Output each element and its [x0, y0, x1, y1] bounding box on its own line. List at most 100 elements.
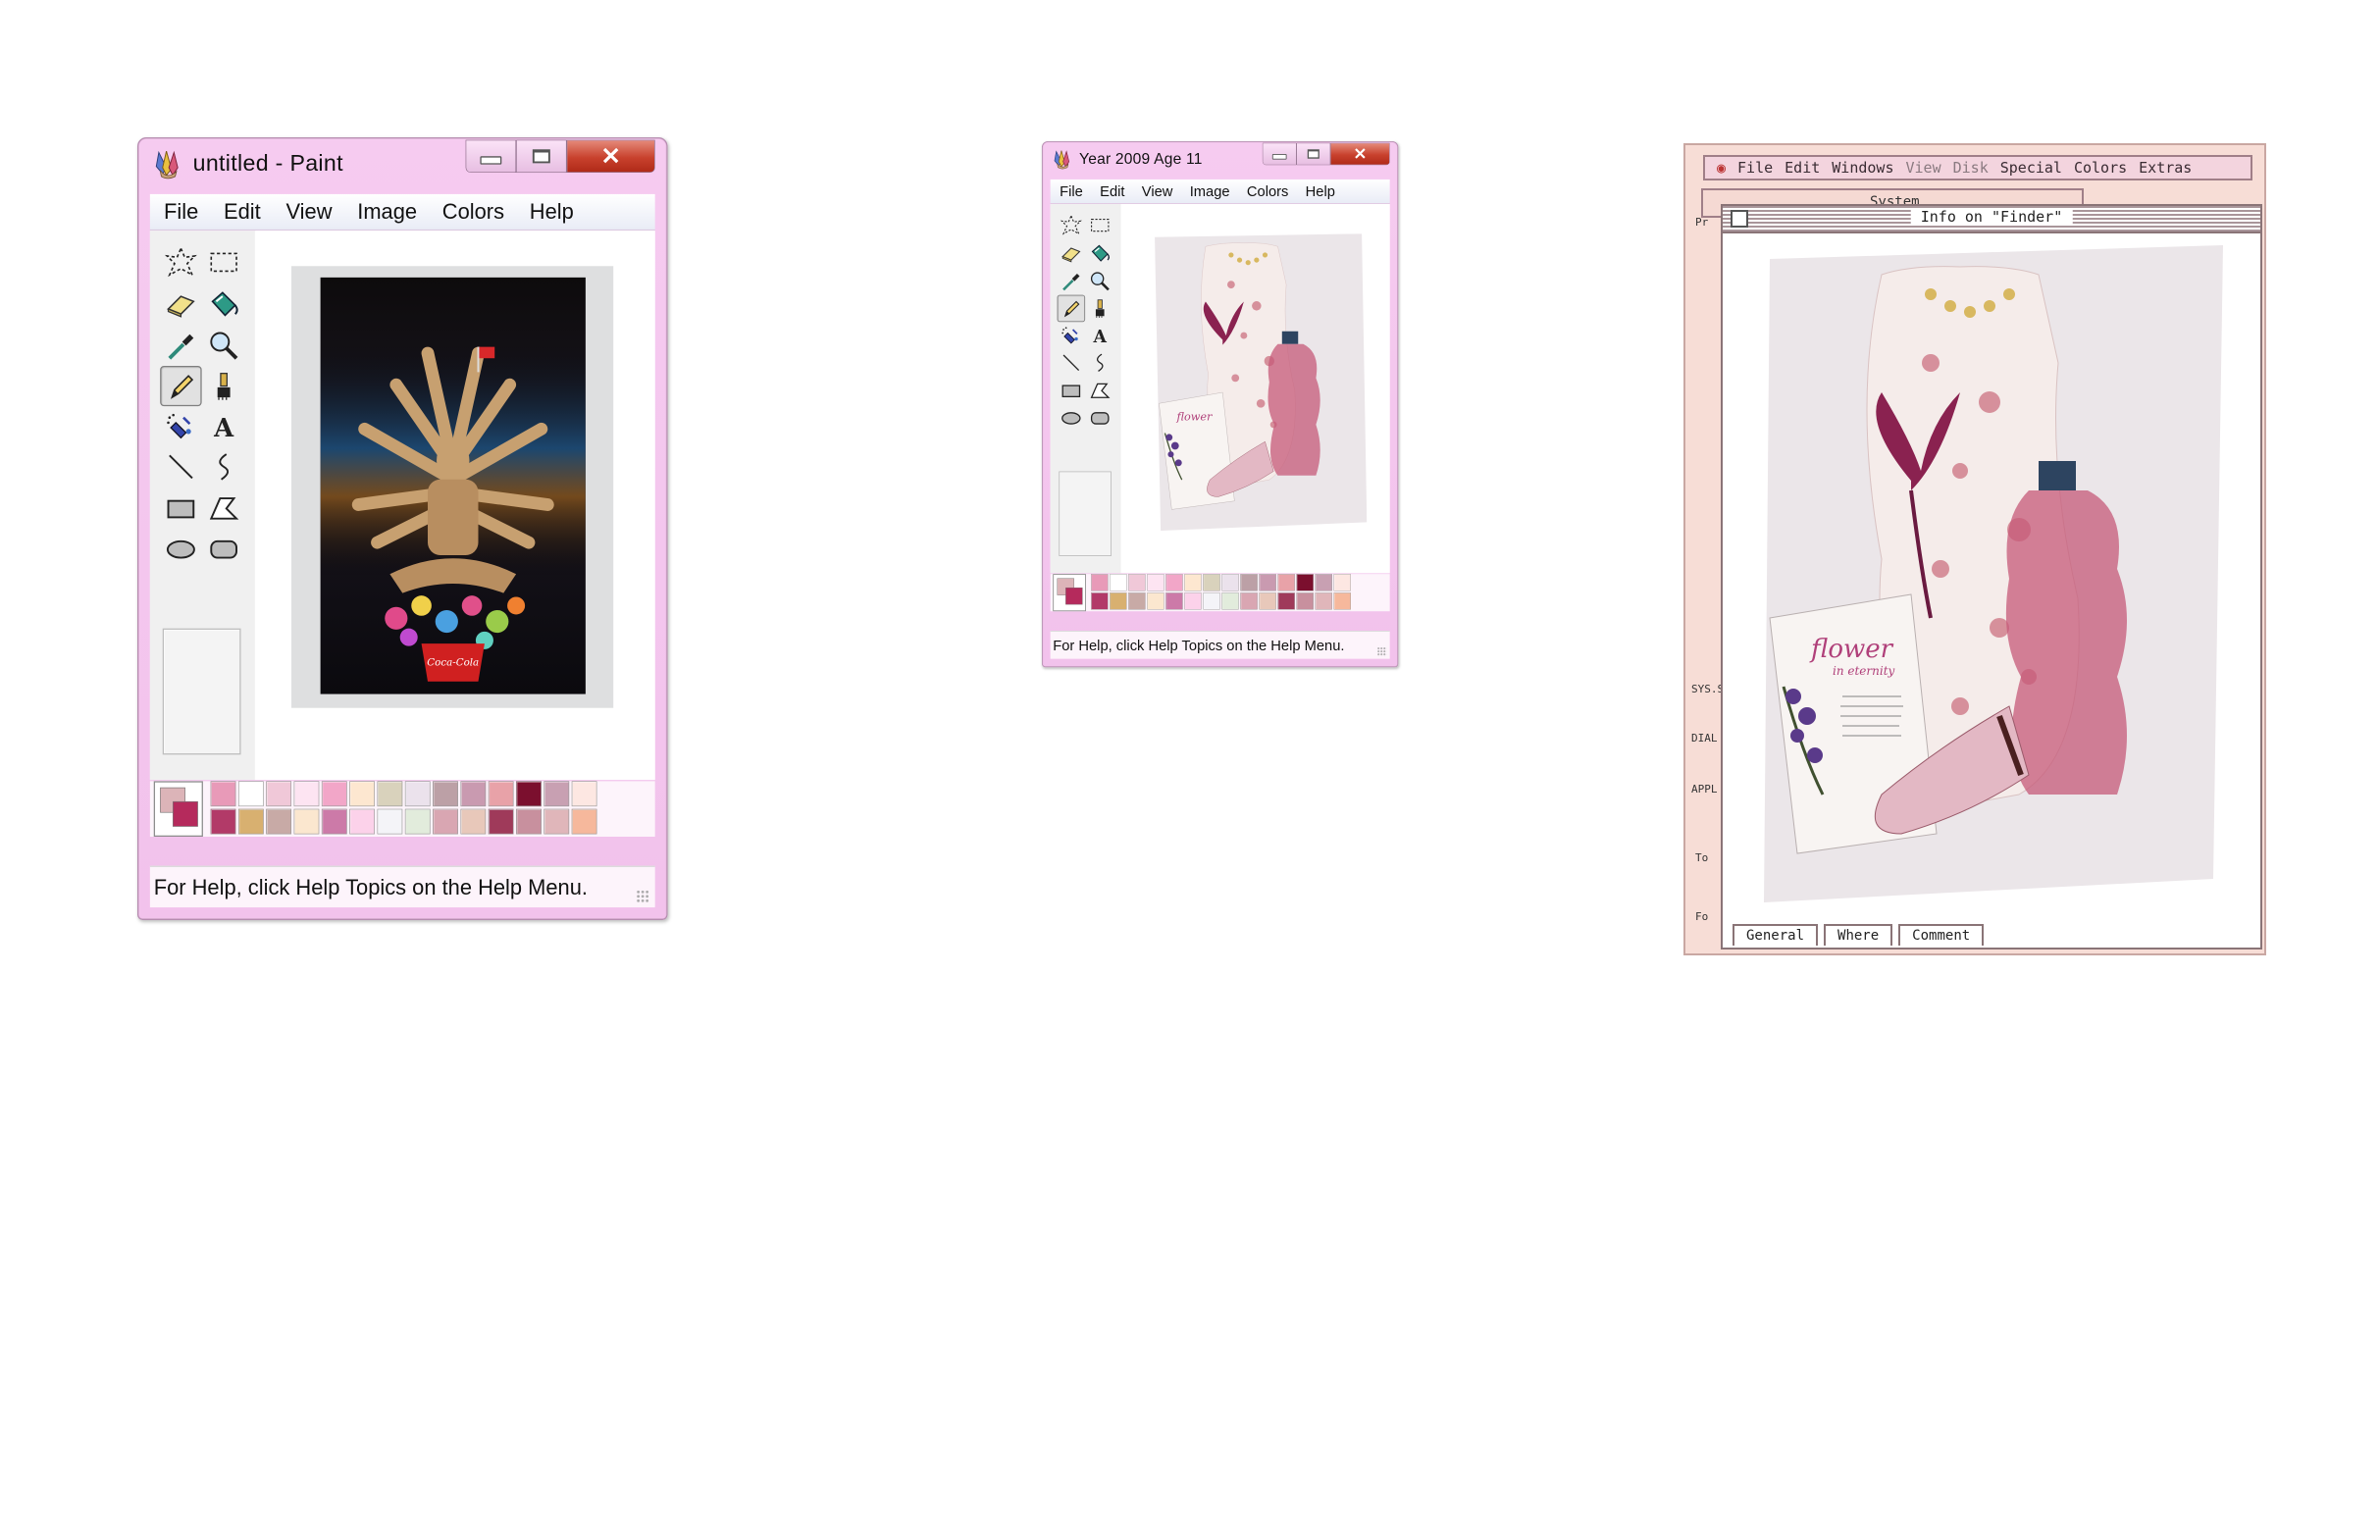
mac-menu-file[interactable]: File — [1737, 159, 1773, 177]
current-colors[interactable] — [153, 781, 203, 837]
color-swatch[interactable] — [1277, 592, 1295, 610]
color-swatch[interactable] — [266, 808, 292, 835]
color-swatch[interactable] — [1240, 592, 1258, 610]
color-swatch[interactable] — [1110, 592, 1127, 610]
color-swatch[interactable] — [1110, 574, 1127, 591]
color-swatch[interactable] — [1091, 592, 1109, 610]
color-swatch[interactable] — [266, 781, 292, 807]
brush-tool[interactable] — [1086, 295, 1114, 323]
picker-tool[interactable] — [1058, 268, 1086, 295]
color-swatch[interactable] — [1091, 574, 1109, 591]
info-title-bar[interactable]: Info on "Finder" — [1723, 206, 2260, 233]
color-swatch[interactable] — [1184, 574, 1202, 591]
magnifier-tool[interactable] — [1086, 268, 1114, 295]
color-swatch[interactable] — [1333, 574, 1351, 591]
color-swatch[interactable] — [210, 781, 236, 807]
tool-options-box[interactable] — [162, 628, 241, 755]
color-swatch[interactable] — [1128, 592, 1146, 610]
color-swatch[interactable] — [1203, 592, 1220, 610]
color-swatch[interactable] — [571, 808, 597, 835]
polygon-tool[interactable] — [203, 488, 244, 529]
color-swatch[interactable] — [1221, 592, 1239, 610]
fill-tool[interactable] — [203, 283, 244, 324]
color-swatch[interactable] — [404, 781, 431, 807]
color-swatch[interactable] — [571, 781, 597, 807]
curve-tool[interactable] — [203, 446, 244, 487]
color-swatch[interactable] — [433, 808, 458, 835]
mac-menu-edit[interactable]: Edit — [1785, 159, 1820, 177]
rectangle-tool[interactable] — [160, 488, 201, 529]
color-swatch[interactable] — [237, 808, 264, 835]
color-swatch[interactable] — [321, 808, 347, 835]
color-swatch[interactable] — [543, 808, 570, 835]
maximize-button[interactable] — [1296, 142, 1331, 166]
line-tool[interactable] — [160, 446, 201, 487]
color-swatch[interactable] — [460, 781, 487, 807]
color-swatch[interactable] — [1203, 574, 1220, 591]
color-swatch[interactable] — [1277, 574, 1295, 591]
mac-menu-extras[interactable]: Extras — [2139, 159, 2192, 177]
tab-comment[interactable]: Comment — [1898, 924, 1985, 946]
eraser-tool[interactable] — [1058, 239, 1086, 267]
airbrush-tool[interactable] — [1058, 322, 1086, 349]
text-tool[interactable]: A — [1086, 322, 1114, 349]
drawing-canvas[interactable]: flower — [1120, 204, 1390, 574]
color-swatch[interactable] — [1128, 574, 1146, 591]
color-swatch[interactable] — [1165, 574, 1183, 591]
color-swatch[interactable] — [1296, 574, 1314, 591]
mac-menu-colors[interactable]: Colors — [2074, 159, 2127, 177]
pencil-tool[interactable] — [160, 365, 202, 407]
color-swatch[interactable] — [210, 808, 236, 835]
color-swatch[interactable] — [293, 781, 320, 807]
drawing-canvas[interactable]: Coca-Cola — [254, 231, 655, 781]
current-colors[interactable] — [1053, 574, 1086, 612]
color-swatch[interactable] — [433, 781, 458, 807]
color-swatch[interactable] — [488, 781, 514, 807]
menu-colors[interactable]: Colors — [1247, 183, 1288, 200]
menu-file[interactable]: File — [164, 199, 198, 224]
polygon-tool[interactable] — [1086, 377, 1114, 404]
color-swatch[interactable] — [1315, 574, 1332, 591]
mac-menu-view[interactable]: View — [1906, 159, 1941, 177]
close-button[interactable]: ✕ — [1330, 142, 1390, 166]
color-swatch[interactable] — [349, 808, 375, 835]
resize-grip-icon[interactable] — [636, 890, 650, 904]
menu-view[interactable]: View — [285, 199, 332, 224]
color-swatch[interactable] — [1315, 592, 1332, 610]
menu-help[interactable]: Help — [1306, 183, 1335, 200]
menu-help[interactable]: Help — [530, 199, 574, 224]
color-swatch[interactable] — [1296, 592, 1314, 610]
color-swatch[interactable] — [293, 808, 320, 835]
color-swatch[interactable] — [1184, 592, 1202, 610]
menu-file[interactable]: File — [1060, 183, 1083, 200]
text-tool[interactable]: A — [203, 406, 244, 446]
magnifier-tool[interactable] — [203, 326, 244, 366]
rectangle-tool[interactable] — [1058, 377, 1086, 404]
color-swatch[interactable] — [1259, 592, 1276, 610]
free-select-tool[interactable] — [160, 242, 201, 282]
color-swatch[interactable] — [460, 808, 487, 835]
info-close-box[interactable] — [1731, 210, 1748, 228]
minimize-button[interactable] — [1262, 142, 1297, 166]
color-swatch[interactable] — [404, 808, 431, 835]
eraser-tool[interactable] — [160, 283, 201, 324]
color-swatch[interactable] — [237, 781, 264, 807]
tab-where[interactable]: Where — [1824, 924, 1893, 946]
ellipse-tool[interactable] — [160, 529, 201, 569]
rounded-rect-tool[interactable] — [203, 529, 244, 569]
rounded-rect-tool[interactable] — [1086, 404, 1114, 432]
rect-select-tool[interactable] — [203, 242, 244, 282]
mac-menu-special[interactable]: Special — [2000, 159, 2062, 177]
mac-menu-windows[interactable]: Windows — [1832, 159, 1893, 177]
tool-options-box[interactable] — [1059, 471, 1112, 556]
title-bar[interactable]: Year 2009 Age 11 ✕ — [1043, 142, 1398, 177]
free-select-tool[interactable] — [1058, 212, 1086, 239]
minimize-button[interactable] — [465, 139, 517, 174]
menu-colors[interactable]: Colors — [442, 199, 504, 224]
menu-image[interactable]: Image — [1190, 183, 1230, 200]
color-swatch[interactable] — [1147, 574, 1164, 591]
color-swatch[interactable] — [1221, 574, 1239, 591]
airbrush-tool[interactable] — [160, 406, 201, 446]
fill-tool[interactable] — [1086, 239, 1114, 267]
menu-view[interactable]: View — [1142, 183, 1173, 200]
